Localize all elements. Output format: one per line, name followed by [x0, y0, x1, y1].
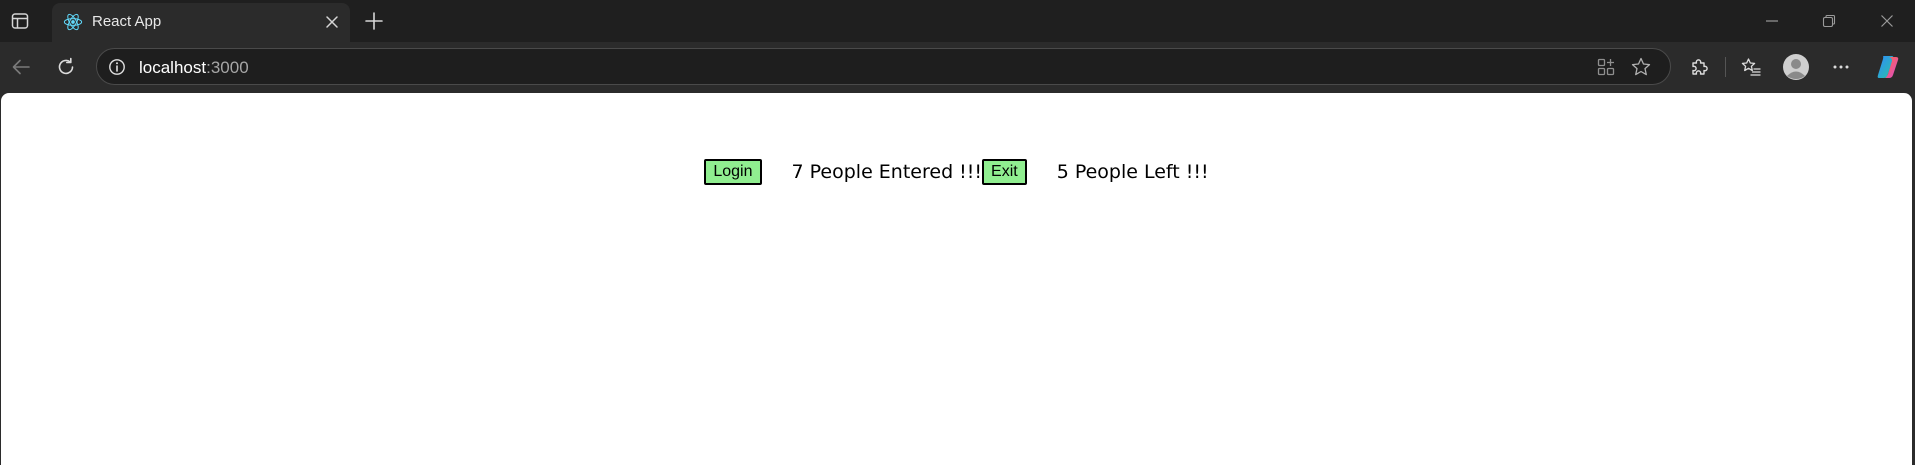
page-viewport: Login 7 People Entered !!! Exit 5 People… — [1, 93, 1912, 465]
url-text[interactable]: localhost:3000 — [139, 58, 249, 78]
back-arrow-icon[interactable] — [8, 54, 34, 80]
browser-tab-bar: React App — [0, 0, 1915, 42]
minimize-window-icon[interactable] — [1759, 8, 1785, 34]
close-window-icon[interactable] — [1874, 8, 1900, 34]
react-logo-icon — [62, 11, 84, 33]
exit-button[interactable]: Exit — [982, 159, 1027, 185]
new-tab-icon[interactable] — [361, 8, 387, 34]
favorites-icon[interactable] — [1738, 54, 1764, 80]
more-options-icon[interactable] — [1828, 54, 1854, 80]
counter-row: Login 7 People Entered !!! Exit 5 People… — [1, 159, 1912, 185]
login-button[interactable]: Login — [704, 159, 762, 185]
url-host: localhost — [139, 58, 207, 77]
entry-counter: Login 7 People Entered !!! — [704, 159, 982, 185]
restore-window-icon[interactable] — [1816, 8, 1842, 34]
left-count-text: 5 People Left !!! — [1056, 161, 1209, 183]
tab-actions-icon[interactable] — [8, 9, 32, 33]
entered-count-text: 7 People Entered !!! — [791, 161, 983, 183]
address-bar[interactable]: localhost:3000 — [96, 48, 1671, 85]
app-available-icon[interactable] — [1595, 56, 1617, 78]
url-port: :3000 — [206, 58, 249, 77]
tab-title: React App — [92, 13, 162, 30]
browser-tab-active[interactable]: React App — [52, 3, 350, 42]
copilot-icon[interactable] — [1874, 53, 1902, 81]
exit-counter: Exit 5 People Left !!! — [982, 159, 1209, 185]
add-favorite-star-icon[interactable] — [1630, 56, 1652, 78]
profile-avatar-icon[interactable] — [1782, 53, 1810, 81]
refresh-icon[interactable] — [53, 54, 79, 80]
toolbar-divider — [1725, 57, 1726, 77]
browser-toolbar: localhost:3000 — [0, 42, 1915, 92]
extensions-puzzle-icon[interactable] — [1686, 54, 1712, 80]
site-info-icon[interactable] — [107, 57, 127, 77]
tab-close-icon[interactable] — [322, 12, 342, 32]
